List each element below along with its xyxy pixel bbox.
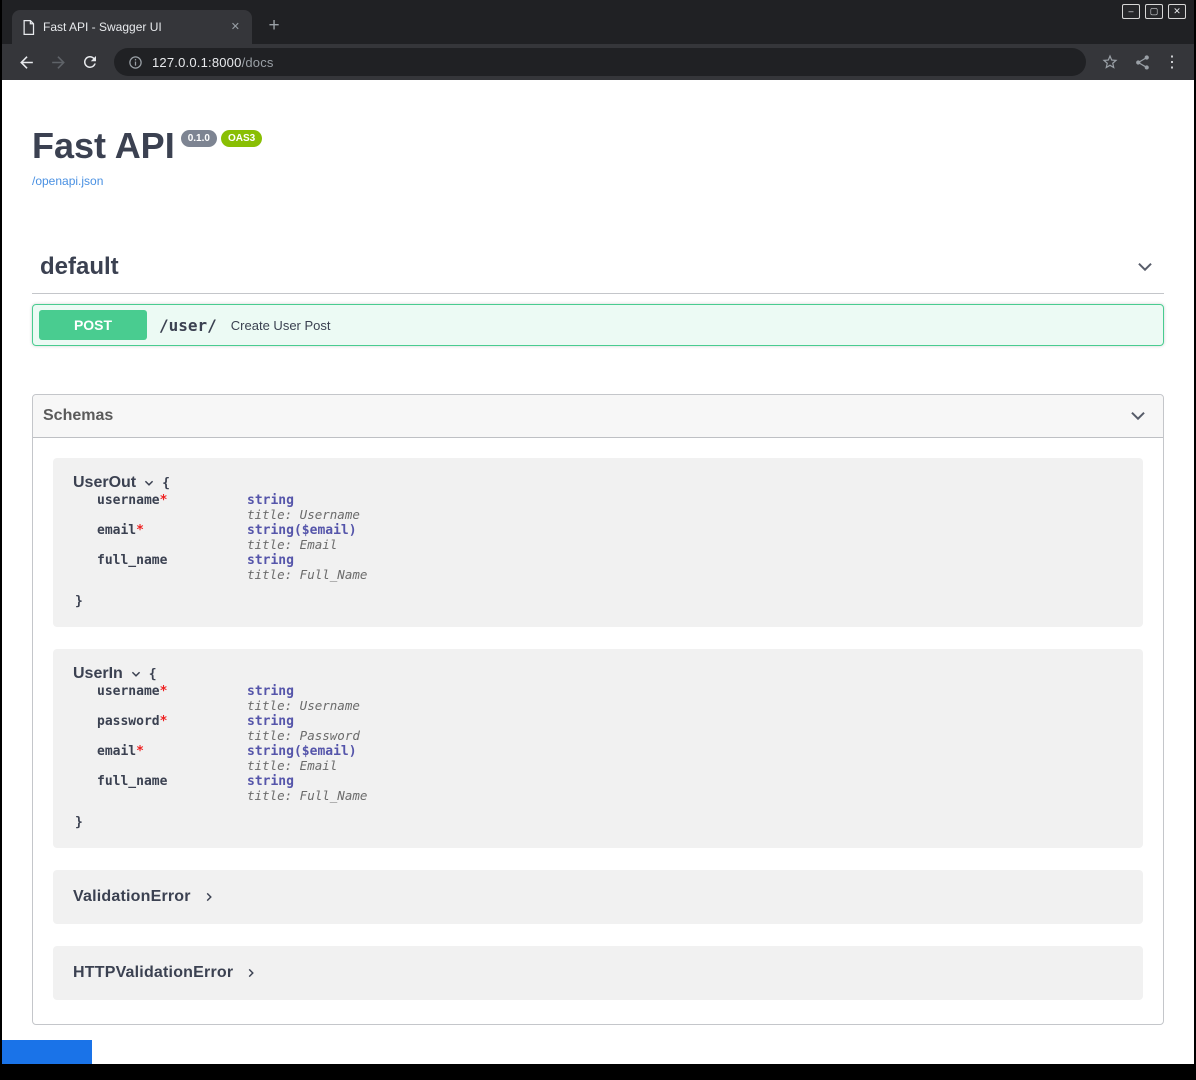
window-controls: – ▢ ✕ — [1122, 4, 1186, 19]
model-name: UserOut — [73, 474, 136, 492]
prop-name: full_name — [97, 774, 167, 789]
model-httpvalidationerror[interactable]: HTTPValidationError — [53, 946, 1143, 1000]
model-validationerror[interactable]: ValidationError — [53, 870, 1143, 924]
prop-name: password — [97, 714, 160, 729]
schema-property-row: username* string title: Username — [97, 494, 1123, 522]
prop-name: username — [97, 493, 160, 508]
new-tab-button[interactable]: + — [262, 14, 286, 38]
address-bar[interactable]: 127.0.0.1:8000/docs — [114, 48, 1086, 76]
open-brace: { — [162, 476, 170, 491]
api-title: Fast API — [32, 128, 175, 164]
prop-type: string — [247, 774, 294, 789]
chevron-down-icon[interactable] — [1134, 256, 1156, 278]
prop-format: ($email) — [294, 523, 357, 538]
close-tab-icon[interactable]: ✕ — [229, 20, 242, 35]
schema-property-row: email* string($email) title: Email — [97, 745, 1123, 773]
url-host: 127.0.0.1:8000 — [152, 55, 242, 70]
chevron-down-icon[interactable] — [143, 477, 155, 489]
browser-toolbar: 127.0.0.1:8000/docs ⋮ — [2, 44, 1194, 80]
prop-type: string — [247, 684, 294, 699]
status-indicator — [2, 1040, 92, 1064]
prop-name: full_name — [97, 553, 167, 568]
maximize-button[interactable]: ▢ — [1145, 4, 1163, 19]
back-button[interactable] — [12, 48, 40, 76]
prop-name: username — [97, 684, 160, 699]
schema-property-row: password* string title: Password — [97, 715, 1123, 743]
opblock-post-user[interactable]: POST /user/ Create User Post — [32, 304, 1164, 346]
schemas-body: UserOut { username* string title: Userna… — [33, 438, 1163, 1024]
tag-section-default[interactable]: default — [32, 245, 1164, 294]
schema-property-row: email* string($email) title: Email — [97, 524, 1123, 552]
prop-title: title: Full_Name — [247, 789, 367, 803]
page-content: Fast API 0.1.0 OAS3 /openapi.json defaul… — [2, 80, 1194, 1064]
prop-name: email — [97, 744, 136, 759]
schemas-header[interactable]: Schemas — [33, 395, 1163, 438]
openapi-spec-link[interactable]: /openapi.json — [32, 174, 103, 188]
required-star: * — [136, 523, 144, 538]
prop-type: string — [247, 553, 294, 568]
required-star: * — [136, 744, 144, 759]
page-favicon-icon — [22, 20, 35, 35]
close-brace: } — [75, 815, 1123, 830]
prop-title: title: Password — [247, 729, 360, 743]
extensions-icon[interactable] — [1128, 48, 1156, 76]
url-text: 127.0.0.1:8000/docs — [152, 55, 274, 70]
schemas-title: Schemas — [43, 407, 113, 425]
open-brace: { — [149, 667, 157, 682]
model-name: UserIn — [73, 665, 123, 683]
schemas-section: Schemas UserOut { — [32, 394, 1164, 1025]
browser-window: – ▢ ✕ Fast API - Swagger UI ✕ + 127.0.0 — [0, 0, 1196, 1080]
http-method-badge: POST — [39, 310, 147, 340]
page-info-icon[interactable] — [128, 55, 143, 70]
prop-name: email — [97, 523, 136, 538]
chevron-right-icon[interactable] — [245, 967, 257, 979]
browser-menu-icon[interactable]: ⋮ — [1160, 48, 1184, 76]
operation-summary: Create User Post — [231, 318, 331, 333]
browser-tab[interactable]: Fast API - Swagger UI ✕ — [12, 10, 252, 44]
prop-title: title: Username — [247, 508, 360, 522]
tab-title: Fast API - Swagger UI — [43, 20, 221, 34]
model-name: HTTPValidationError — [73, 964, 233, 982]
reload-button[interactable] — [76, 48, 104, 76]
window-bottom-border — [2, 1064, 1194, 1080]
bookmark-star-icon[interactable] — [1096, 48, 1124, 76]
schema-property-row: full_name string title: Full_Name — [97, 775, 1123, 803]
minimize-button[interactable]: – — [1122, 4, 1140, 19]
forward-button[interactable] — [44, 48, 72, 76]
model-name: ValidationError — [73, 888, 191, 906]
oas-badge: OAS3 — [221, 130, 262, 147]
required-star: * — [160, 493, 168, 508]
prop-type: string — [247, 493, 294, 508]
chevron-down-icon[interactable] — [1127, 405, 1149, 427]
url-path: /docs — [242, 55, 274, 70]
version-badge: 0.1.0 — [181, 130, 217, 147]
chevron-down-icon[interactable] — [130, 668, 142, 680]
model-userout: UserOut { username* string title: Userna… — [53, 458, 1143, 627]
prop-title: title: Email — [247, 759, 357, 773]
prop-title: title: Username — [247, 699, 360, 713]
close-window-button[interactable]: ✕ — [1168, 4, 1186, 19]
schema-property-row: username* string title: Username — [97, 685, 1123, 713]
model-userout-toggle[interactable]: UserOut { — [73, 474, 1123, 492]
tab-strip: – ▢ ✕ Fast API - Swagger UI ✕ + — [2, 0, 1194, 44]
tag-name: default — [40, 253, 119, 281]
required-star: * — [160, 714, 168, 729]
prop-format: ($email) — [294, 744, 357, 759]
prop-type: string — [247, 714, 294, 729]
prop-title: title: Email — [247, 538, 357, 552]
prop-type: string — [247, 744, 294, 759]
close-brace: } — [75, 594, 1123, 609]
required-star: * — [160, 684, 168, 699]
model-userin: UserIn { username* string title: Usernam… — [53, 649, 1143, 848]
model-userin-toggle[interactable]: UserIn { — [73, 665, 1123, 683]
chevron-right-icon[interactable] — [203, 891, 215, 903]
prop-type: string — [247, 523, 294, 538]
api-info-header: Fast API 0.1.0 OAS3 — [32, 128, 1164, 164]
prop-title: title: Full_Name — [247, 568, 367, 582]
operation-path: /user/ — [159, 316, 217, 335]
schema-property-row: full_name string title: Full_Name — [97, 554, 1123, 582]
